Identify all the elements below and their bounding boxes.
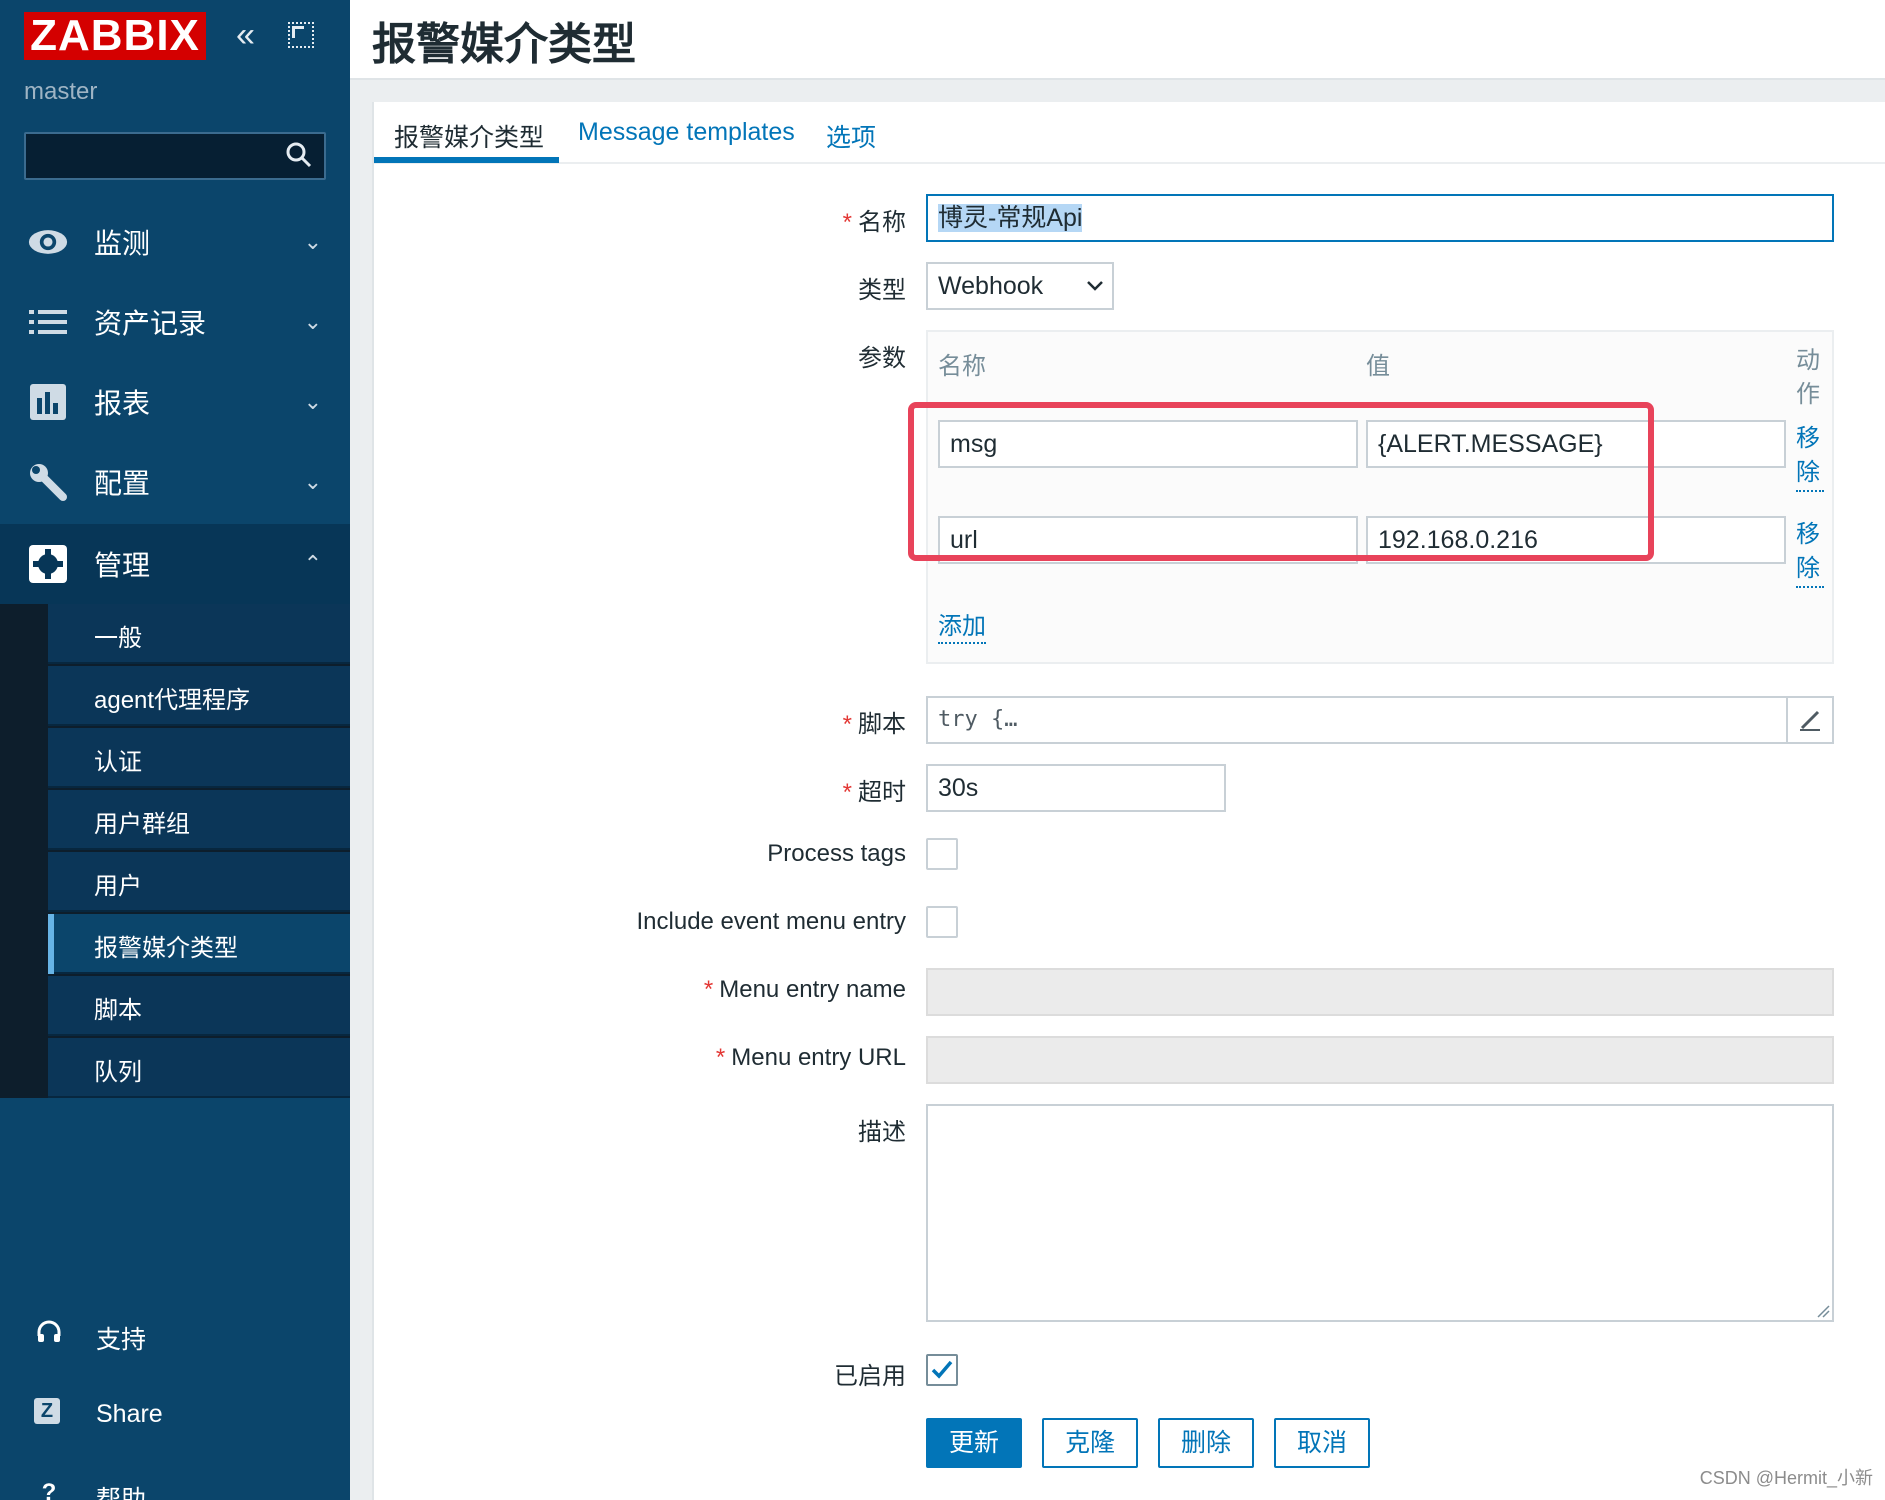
menu-label: 支持 <box>96 1326 147 1354</box>
watermark: CSDN @Hermit_小新 <box>1699 1468 1873 1488</box>
menu-support[interactable]: 支持 <box>0 1306 350 1362</box>
edit-script-button[interactable] <box>1786 698 1832 742</box>
sidebar: ZABBIX « master 监测 ⌄ 资产记录 ⌄ 报表 ⌄ 配置 ⌄ 管理… <box>0 0 350 1500</box>
menu-label: 管理 <box>94 550 151 581</box>
submenu-scripts[interactable]: 脚本 <box>48 976 350 1036</box>
zabbix-logo[interactable]: ZABBIX <box>24 12 206 60</box>
enabled-label: 已启用 <box>834 1363 906 1390</box>
form-labels: * 名称 类型 参数 * 脚本 * 超时 Process tags Include e… <box>374 102 907 1500</box>
headset-icon <box>34 1318 64 1348</box>
server-name: master <box>24 78 98 105</box>
page-header: 报警媒介类型 <box>350 0 1885 80</box>
submenu-label: agent代理程序 <box>94 687 251 714</box>
menu-monitoring[interactable]: 监测 ⌄ <box>0 202 350 282</box>
menu-administration[interactable]: 管理 ⌃ <box>0 524 350 604</box>
type-label: 类型 <box>858 277 906 304</box>
help-icon: ? <box>41 1479 57 1500</box>
pencil-icon <box>1800 710 1820 731</box>
process-tags-checkbox[interactable] <box>926 838 958 870</box>
menu-label: 资产记录 <box>94 308 207 339</box>
wrench-icon <box>28 464 68 501</box>
update-button[interactable]: 更新 <box>926 1418 1022 1468</box>
chevron-down-icon: ⌄ <box>303 469 322 494</box>
chevron-up-icon: ⌃ <box>303 551 322 576</box>
menu-help[interactable]: ? 帮助 <box>0 1466 350 1500</box>
submenu-queue[interactable]: 队列 <box>48 1038 350 1098</box>
annotation-highlight <box>908 402 1654 561</box>
cancel-button[interactable]: 取消 <box>1274 1418 1370 1468</box>
page-title: 报警媒介类型 <box>372 20 636 69</box>
resize-handle-icon[interactable] <box>1814 1302 1830 1318</box>
event-menu-checkbox[interactable] <box>926 906 958 938</box>
menu-entry-name-field[interactable] <box>926 968 1834 1016</box>
menu-entry-url-field[interactable] <box>926 1036 1834 1084</box>
submenu-authentication[interactable]: 认证 <box>48 728 350 788</box>
param-header-value: 值 <box>1366 353 1390 380</box>
search-input[interactable] <box>24 132 326 180</box>
submenu-general[interactable]: 一般 <box>48 604 350 664</box>
chevron-down-icon: ⌄ <box>303 229 322 254</box>
menu-configuration[interactable]: 配置 ⌄ <box>0 442 350 522</box>
menu-reports[interactable]: 报表 ⌄ <box>0 362 350 442</box>
menu-label: Share <box>96 1400 163 1428</box>
menu-label: 帮助 <box>96 1486 147 1500</box>
submenu-label: 认证 <box>94 749 142 776</box>
menu-label: 监测 <box>94 228 151 259</box>
type-select[interactable]: Webhook <box>926 262 1114 310</box>
delete-button[interactable]: 删除 <box>1158 1418 1254 1468</box>
submenu-user-groups[interactable]: 用户群组 <box>48 790 350 850</box>
collapse-sidebar-icon[interactable]: « <box>236 18 255 52</box>
menu-entry-name-label: * Menu entry name <box>703 976 906 1003</box>
menu-share[interactable]: Z Share <box>0 1386 350 1442</box>
submenu-label: 用户群组 <box>94 811 190 838</box>
script-value: try {… <box>938 707 1018 732</box>
name-label: * 名称 <box>842 209 906 236</box>
timeout-label: * 超时 <box>842 779 906 806</box>
add-param-link[interactable]: 添加 <box>938 612 986 644</box>
remove-param-link[interactable]: 移除 <box>1796 422 1824 492</box>
script-field[interactable]: try {… <box>926 696 1834 744</box>
share-icon: Z <box>34 1398 60 1424</box>
name-value: 博灵-常规Api <box>938 204 1083 232</box>
submenu-label: 用户 <box>94 873 142 900</box>
eye-icon <box>28 224 68 260</box>
timeout-field[interactable]: 30s <box>926 764 1226 812</box>
submenu-users[interactable]: 用户 <box>48 852 350 912</box>
submenu-label: 一般 <box>94 625 142 652</box>
main-panel: 报警媒介类型 Message templates 选项 * 名称 类型 参数 * 脚… <box>372 102 1885 1500</box>
submenu-label: 队列 <box>94 1059 142 1086</box>
type-value: Webhook <box>938 272 1044 300</box>
submenu-media-types[interactable]: 报警媒介类型 <box>48 914 350 974</box>
chevron-down-icon: ⌄ <box>303 389 322 414</box>
checkmark-icon <box>931 1360 953 1379</box>
bar-chart-icon <box>28 384 68 420</box>
process-tags-label: Process tags <box>767 840 906 867</box>
list-icon <box>28 304 68 340</box>
param-header-action: 动作 <box>1796 347 1820 408</box>
submenu-label: 脚本 <box>94 997 142 1024</box>
kiosk-mode-icon[interactable] <box>288 22 314 48</box>
menu-label: 配置 <box>94 468 151 499</box>
description-label: 描述 <box>858 1119 906 1146</box>
param-header-name: 名称 <box>938 353 986 380</box>
event-menu-label: Include event menu entry <box>636 908 907 935</box>
admin-submenu: 一般 agent代理程序 认证 用户群组 用户 报警媒介类型 脚本 队列 <box>0 604 350 1098</box>
name-field[interactable]: 博灵-常规Api <box>926 194 1834 242</box>
submenu-label: 报警媒介类型 <box>94 935 238 962</box>
menu-entry-url-label: * Menu entry URL <box>715 1044 906 1071</box>
menu-label: 报表 <box>94 388 151 419</box>
params-label: 参数 <box>858 345 906 372</box>
enabled-checkbox[interactable] <box>926 1354 958 1386</box>
timeout-value: 30s <box>938 774 979 802</box>
chevron-down-icon <box>1087 281 1103 291</box>
search-icon[interactable] <box>286 142 312 168</box>
gear-icon <box>28 545 68 583</box>
description-textarea[interactable] <box>926 1104 1834 1322</box>
clone-button[interactable]: 克隆 <box>1042 1418 1138 1468</box>
chevron-down-icon: ⌄ <box>303 309 322 334</box>
submenu-proxies[interactable]: agent代理程序 <box>48 666 350 726</box>
remove-param-link[interactable]: 移除 <box>1796 518 1824 588</box>
script-label: * 脚本 <box>842 711 906 738</box>
menu-inventory[interactable]: 资产记录 ⌄ <box>0 282 350 362</box>
